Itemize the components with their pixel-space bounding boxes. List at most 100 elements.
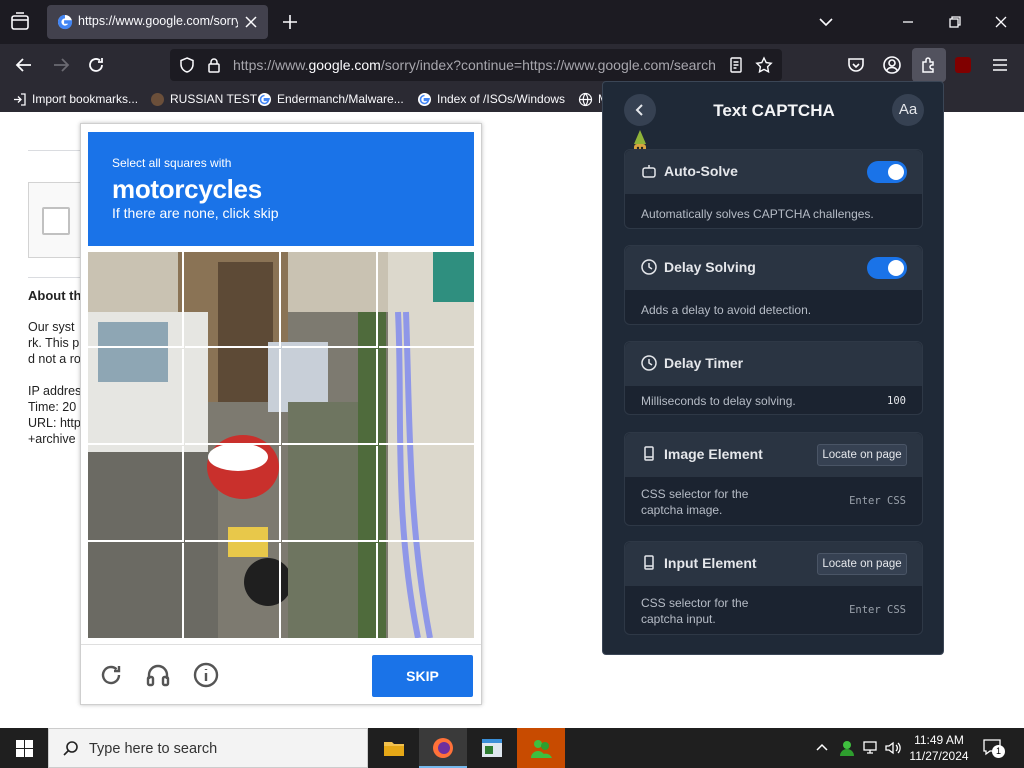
recaptcha-challenge: Select all squares with motorcycles If t… [80, 123, 482, 705]
grid-tile[interactable] [185, 543, 281, 638]
close-window-icon[interactable] [991, 12, 1011, 32]
divider [28, 150, 88, 151]
taskbar-file-explorer[interactable] [370, 728, 418, 768]
bookmark-endermanch[interactable]: Endermanch/Malware... [257, 90, 404, 108]
ublock-origin-icon[interactable] [955, 57, 971, 73]
setting-title: Input Element [664, 555, 757, 571]
setting-title: Delay Solving [664, 259, 756, 275]
grid-tile[interactable] [88, 349, 184, 445]
about-text-line: d not a ro [28, 352, 81, 366]
restore-icon[interactable] [945, 12, 965, 32]
tab-list-icon[interactable] [8, 10, 32, 34]
globe-favicon-icon [151, 92, 164, 106]
bookmark-russian-test[interactable]: RUSSIAN TEST [150, 90, 257, 108]
bookmark-label: Index of /ISOs/Windows [437, 92, 566, 106]
bookmark-index-isos[interactable]: Index of /ISOs/Windows [417, 90, 565, 108]
grid-tile[interactable] [282, 349, 378, 445]
volume-icon[interactable] [884, 739, 902, 757]
reload-icon[interactable] [85, 54, 107, 76]
setting-title: Image Element [664, 446, 763, 462]
grid-tile[interactable] [185, 349, 281, 445]
app-window-icon [482, 739, 502, 757]
account-icon[interactable] [881, 54, 903, 76]
minimize-icon[interactable] [898, 12, 918, 32]
image-selector-input[interactable]: Enter CSS [849, 495, 906, 507]
input-selector-input[interactable]: Enter CSS [849, 604, 906, 616]
challenge-image-grid [88, 252, 474, 638]
grid-tile[interactable] [379, 252, 474, 348]
grid-tile[interactable] [185, 446, 281, 542]
font-toggle-button[interactable]: Aa [892, 94, 924, 126]
grid-tile[interactable] [282, 252, 378, 348]
delay-solving-setting: Delay Solving Adds a delay to avoid dete… [624, 245, 923, 325]
taskbar-app-window[interactable] [468, 728, 516, 768]
robot-icon [642, 165, 656, 178]
setting-header: Auto-Solve [625, 150, 922, 194]
new-tab-icon[interactable] [280, 12, 300, 32]
start-button[interactable] [0, 728, 48, 768]
people-icon [531, 740, 552, 758]
back-icon[interactable] [13, 54, 35, 76]
grid-tile[interactable] [185, 252, 281, 348]
network-icon[interactable] [862, 739, 880, 757]
tab-bar: https://www.google.com/sorry/index?conti… [0, 0, 1024, 44]
navigation-bar: https://www.google.com/sorry/index?conti… [0, 44, 1024, 86]
grid-tile[interactable] [379, 543, 474, 638]
chevron-up-icon[interactable] [815, 739, 829, 757]
lock-icon[interactable] [205, 56, 223, 74]
tab-title: https://www.google.com/sorry/index?conti… [78, 14, 238, 28]
grid-tile[interactable] [88, 543, 184, 638]
close-tab-icon[interactable] [242, 13, 260, 31]
recaptcha-checkbox-card [28, 182, 88, 258]
setting-description: Automatically solves CAPTCHA challenges. [641, 207, 874, 221]
grid-tile[interactable] [88, 446, 184, 542]
reload-challenge-icon[interactable] [97, 661, 125, 689]
setting-description: CSS selector for the captcha image. [641, 487, 749, 517]
auto-solve-toggle[interactable] [867, 161, 907, 183]
setting-title: Delay Timer [664, 355, 744, 371]
locate-input-button[interactable]: Locate on page [817, 553, 907, 575]
taskbar-search-box[interactable]: Type here to search [48, 728, 368, 768]
archive-line: +archive [28, 432, 76, 446]
info-icon[interactable] [192, 661, 220, 689]
browser-tab[interactable]: https://www.google.com/sorry/index?conti… [47, 5, 268, 39]
setting-description: CSS selector for the captcha input. [641, 596, 749, 626]
grid-tile[interactable] [282, 446, 378, 542]
input-element-setting: Input Element Locate on page CSS selecto… [624, 541, 923, 635]
delay-solving-toggle[interactable] [867, 257, 907, 279]
audio-challenge-icon[interactable] [144, 661, 172, 689]
folder-icon [384, 742, 404, 756]
pocket-icon[interactable] [845, 54, 867, 76]
taskbar-people-app[interactable] [517, 728, 565, 768]
delay-timer-setting: Delay Timer Milliseconds to delay solvin… [624, 341, 923, 415]
globe-icon [578, 92, 593, 106]
taskbar-firefox[interactable] [419, 728, 467, 768]
setting-header: Delay Solving [625, 246, 922, 290]
menu-icon[interactable] [989, 54, 1011, 76]
ip-address-line: IP addres [28, 384, 82, 398]
delay-ms-input[interactable]: 100 [887, 395, 906, 407]
grid-tile[interactable] [88, 252, 184, 348]
system-clock[interactable]: 11:49 AM 11/27/2024 [904, 732, 974, 764]
bookmark-star-icon[interactable] [755, 56, 773, 74]
recaptcha-checkbox[interactable] [42, 207, 70, 235]
grid-tile[interactable] [282, 543, 378, 638]
reader-view-icon[interactable] [727, 56, 745, 74]
windows-logo-icon [16, 740, 33, 757]
clock-time: 11:49 AM [914, 733, 964, 747]
user-status-icon[interactable] [838, 739, 856, 757]
grid-tile[interactable] [379, 349, 474, 445]
url-bar[interactable]: https://www.google.com/sorry/index?conti… [170, 49, 782, 81]
extensions-button[interactable] [912, 48, 946, 82]
puzzle-icon [922, 57, 934, 73]
notification-center[interactable]: 1 [982, 738, 1005, 758]
skip-button[interactable]: SKIP [372, 655, 473, 697]
forward-icon[interactable] [50, 54, 72, 76]
bookmark-import[interactable]: Import bookmarks... [12, 90, 138, 108]
list-all-tabs-icon[interactable] [816, 12, 836, 32]
tracking-protection-icon[interactable] [178, 56, 196, 74]
setting-header: Input Element Locate on page [625, 542, 922, 586]
grid-tile[interactable] [379, 446, 474, 542]
target-object: motorcycles [112, 174, 262, 204]
locate-image-button[interactable]: Locate on page [817, 444, 907, 466]
